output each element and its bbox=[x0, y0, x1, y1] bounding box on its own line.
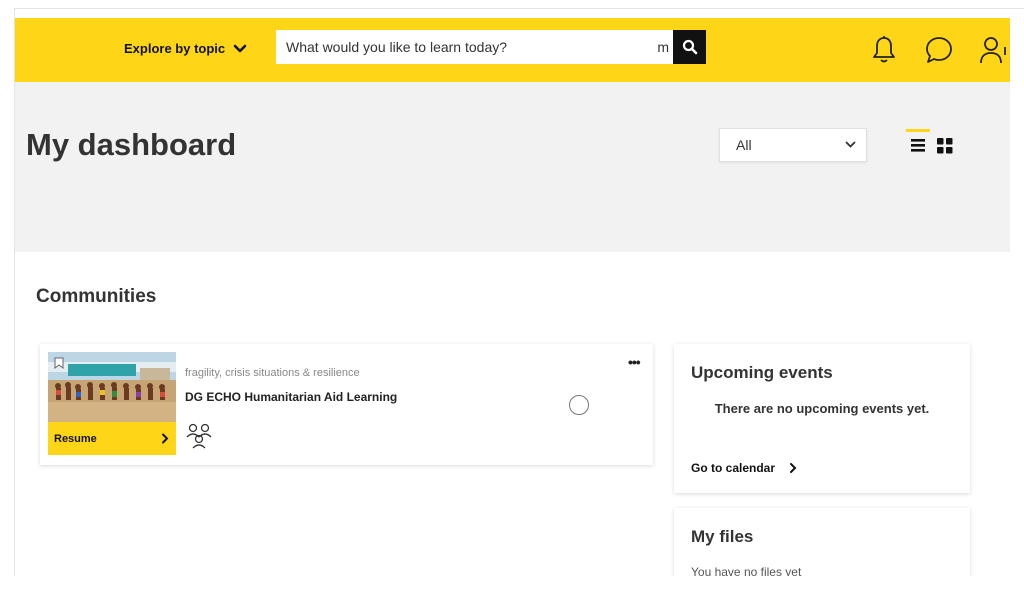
dashboard-filter-select[interactable]: All bbox=[719, 128, 867, 162]
chevron-down-icon bbox=[845, 141, 856, 148]
more-options-button[interactable]: ••• bbox=[628, 354, 641, 370]
grid-view-icon bbox=[937, 138, 953, 154]
chevron-right-icon bbox=[790, 463, 797, 473]
user-icon bbox=[980, 37, 1006, 64]
notifications-button[interactable] bbox=[866, 32, 902, 68]
top-navigation-bar: Explore by topic m bbox=[15, 18, 1010, 82]
upcoming-events-empty-message: There are no upcoming events yet. bbox=[714, 401, 930, 416]
filter-selected-value: All bbox=[736, 137, 752, 153]
search-input[interactable] bbox=[276, 30, 658, 64]
resume-label: Resume bbox=[54, 432, 97, 445]
list-view-icon bbox=[911, 139, 925, 152]
page-title: My dashboard bbox=[26, 127, 237, 162]
go-to-calendar-link[interactable]: Go to calendar bbox=[691, 461, 797, 475]
search-bar: m bbox=[276, 30, 706, 64]
list-view-button[interactable] bbox=[906, 129, 930, 159]
bookmark-icon[interactable] bbox=[54, 357, 64, 369]
upcoming-events-title: Upcoming events bbox=[691, 363, 833, 382]
my-files-title: My files bbox=[691, 527, 754, 546]
search-icon bbox=[682, 39, 697, 55]
chat-icon bbox=[926, 37, 952, 63]
community-thumbnail[interactable] bbox=[48, 352, 176, 422]
dashboard-header: My dashboard All bbox=[15, 82, 1010, 252]
community-photo bbox=[48, 352, 176, 422]
explore-by-topic-button[interactable]: Explore by topic bbox=[124, 41, 247, 56]
communities-section-title: Communities bbox=[36, 286, 157, 307]
community-card[interactable]: Resume fragility, crisis situations & re… bbox=[40, 344, 653, 465]
community-category: fragility, crisis situations & resilienc… bbox=[185, 367, 360, 379]
grid-view-button[interactable] bbox=[936, 137, 954, 155]
search-input-suffix: m bbox=[657, 39, 669, 55]
chevron-right-icon bbox=[162, 433, 169, 444]
people-icon bbox=[186, 423, 212, 449]
resume-button[interactable]: Resume bbox=[48, 422, 176, 455]
viewport-bottom-edge bbox=[0, 576, 1024, 590]
community-title[interactable]: DG ECHO Humanitarian Aid Learning bbox=[185, 390, 397, 404]
messages-button[interactable] bbox=[921, 32, 957, 68]
explore-by-topic-label: Explore by topic bbox=[124, 41, 226, 56]
upcoming-events-widget: Upcoming events There are no upcoming ev… bbox=[674, 344, 970, 493]
go-to-calendar-label: Go to calendar bbox=[691, 461, 776, 475]
search-button[interactable] bbox=[673, 30, 706, 64]
community-select-radio[interactable] bbox=[569, 395, 589, 415]
profile-button[interactable] bbox=[975, 32, 1011, 68]
bell-icon bbox=[873, 36, 895, 63]
chevron-down-icon bbox=[233, 44, 247, 52]
